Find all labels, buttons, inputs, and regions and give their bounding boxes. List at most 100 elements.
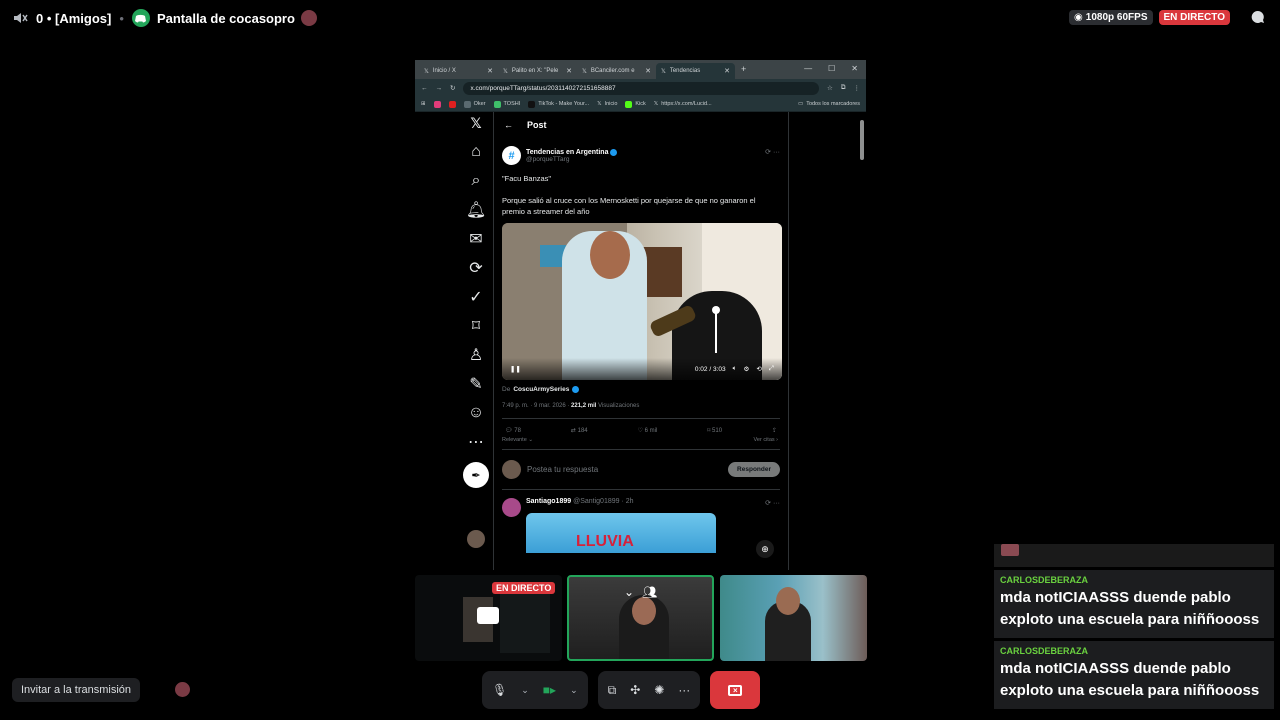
x-logo-icon: 𝕏 [503,68,508,75]
microphone-icon[interactable]: 🎙︎ [492,683,507,697]
reload-icon[interactable]: ↻ [450,84,455,92]
bookmark[interactable]: TikTok - Make Your... [528,100,589,108]
comment-avatar[interactable] [502,498,521,517]
grok-icon[interactable]: ⟳ [765,149,771,156]
star-icon[interactable]: ☆ [827,84,833,92]
bookmark[interactable]: TOSHI [493,100,520,108]
chevron-down-icon[interactable]: ⌄ [570,685,578,696]
camera-icon[interactable]: ■▸ [543,683,556,697]
menu-icon[interactable]: ⋮ [854,84,861,92]
grok-icon[interactable]: ⟳ [765,500,771,507]
repost-action[interactable]: ⇄ 184 [571,427,588,434]
close-tab-icon[interactable]: ✕ [724,67,730,75]
post-video[interactable]: ❚❚ 0:02 / 3:03 🔈︎ ⚙ ⟲ ⤢ [502,223,782,380]
channel-label[interactable]: [Amigos] [55,11,111,26]
sort-dropdown[interactable]: Relevante ⌄ [502,437,533,443]
home-icon[interactable]: ⌂ [470,143,482,160]
browser-tab[interactable]: 𝕏 Palito en X: "Pele ✕ [498,63,577,79]
loop-icon[interactable]: ⟲ [756,365,761,373]
all-bookmarks[interactable]: ▭ Todos los marcadores [798,101,860,107]
fullscreen-icon[interactable]: ⤢ [769,365,774,373]
share-screen-icon[interactable]: ⧉ [608,683,617,698]
apps-icon[interactable]: ⊞ [421,101,426,107]
post-author[interactable]: # Tendencias en Argentina @porqueTTarg [502,146,780,165]
back-arrow-icon[interactable]: ← [504,120,513,130]
add-person-icon[interactable]: 👥︎ [642,585,657,599]
profile-icon[interactable]: ☺ [468,404,484,421]
more-options-icon[interactable]: ··· [773,149,780,156]
account-avatar[interactable] [467,530,485,548]
bookmark[interactable]: 𝕏 Inicio [597,101,617,107]
speaker-muted-icon[interactable] [12,10,28,26]
view-quotes-link[interactable]: Ver citas › [754,437,778,443]
comment-image[interactable]: LLUVIA [526,513,716,553]
extensions-icon[interactable]: ⧉ [841,84,846,92]
bookmarks-icon[interactable]: ⌑ [470,318,482,335]
more-options-icon[interactable]: ··· [773,500,780,507]
activities-icon[interactable]: ✣ [630,683,640,697]
source-account[interactable]: CoscuArmySeries [513,386,569,393]
chevron-down-icon[interactable]: ⌄ [624,585,634,599]
reply-action[interactable]: 💬︎ 78 [505,427,521,434]
volume-slider[interactable] [712,306,720,353]
close-tab-icon[interactable]: ✕ [645,67,651,75]
compose-post-button[interactable]: ✒ [463,462,489,488]
more-icon[interactable]: ··· [678,683,690,697]
communities-icon[interactable]: ✎ [469,376,482,393]
url-field[interactable]: x.com/porqueTTarg/status/203114027215165… [463,81,820,95]
like-action[interactable]: ♡ 6 mil [638,427,658,434]
new-tab-button[interactable]: + [741,64,746,74]
soundboard-icon[interactable]: ✺ [654,683,664,697]
browser-tab[interactable]: 𝕏 Inicio / X ✕ [419,63,498,79]
notifications-icon[interactable]: 🔔︎ [466,202,486,219]
bookmark-action[interactable]: ⌑ 510 [707,427,722,434]
more-icon[interactable]: ⋯ [468,434,484,451]
chat-bubble-icon[interactable] [1250,9,1266,25]
messages-icon[interactable]: ✉ [469,231,482,248]
share-icon[interactable]: ⇪ [772,427,777,434]
bookmark[interactable]: Kick [625,100,646,108]
screen-share-thumbnail[interactable]: EN DIRECTO [415,575,562,661]
bookmark[interactable] [433,100,441,108]
grok-icon[interactable]: ⟳ [469,260,482,277]
camera-thumbnail[interactable] [720,575,867,661]
maximize-icon[interactable]: ☐ [828,64,835,73]
post-timestamp[interactable]: 7:49 p. m. · 9 mar. 2026 · [502,403,569,409]
x-logo-icon[interactable]: 𝕏 [470,115,482,131]
search-icon[interactable]: ⌕ [470,172,482,189]
scrollbar[interactable] [860,120,864,160]
comment-item[interactable]: Santiago1899 @Santig01899 · 2h ⟳ ··· LLU… [502,490,780,553]
volume-icon[interactable]: 🔈︎ [733,365,737,373]
sort-label: Relevante [502,437,527,443]
zoom-icon[interactable]: ⊕ [756,540,774,558]
x-logo-icon: 𝕏 [661,68,666,75]
settings-icon[interactable]: ⚙ [744,365,750,373]
author-name[interactable]: Tendencias en Argentina [526,149,608,156]
bookmark[interactable] [448,100,456,108]
viewer-avatar[interactable] [175,682,190,697]
reply-input[interactable]: Postea tu respuesta [527,465,722,474]
quotes-label: Ver citas [753,437,775,443]
jobs-icon[interactable]: ♙ [469,347,483,364]
bookmark[interactable]: Oker [463,100,486,108]
x-logo-icon: 𝕏 [424,68,429,75]
chevron-down-icon[interactable]: ⌄ [521,685,529,696]
pause-icon[interactable]: ❚❚ [510,365,521,373]
close-tab-icon[interactable]: ✕ [487,67,493,75]
browser-tab-active[interactable]: 𝕏 Tendencias ✕ [656,63,735,79]
stop-stream-button[interactable]: × [710,671,761,709]
reply-button[interactable]: Responder [728,462,780,477]
author-handle[interactable]: @porqueTTarg [526,156,617,163]
close-window-icon[interactable]: ✕ [851,64,858,73]
invite-to-stream-button[interactable]: Invitar a la transmisión [12,678,141,702]
camera-thumbnail-selected[interactable]: ⌄ 👥︎ [567,575,714,661]
forward-icon[interactable]: → [436,85,443,92]
call-controls: 🎙︎ ⌄ ■▸ ⌄ ⧉ ✣ ✺ ··· × [482,671,761,709]
verified-icon[interactable]: ✓ [469,289,482,306]
hashtag-avatar-icon[interactable]: # [502,146,521,165]
back-icon[interactable]: ← [421,85,428,92]
minimize-icon[interactable]: — [804,64,812,73]
close-tab-icon[interactable]: ✕ [566,67,572,75]
bookmark[interactable]: 𝕏https://x.com/Lucid... [654,101,712,107]
browser-tab[interactable]: 𝕏 BCanciler.com e ✕ [577,63,656,79]
